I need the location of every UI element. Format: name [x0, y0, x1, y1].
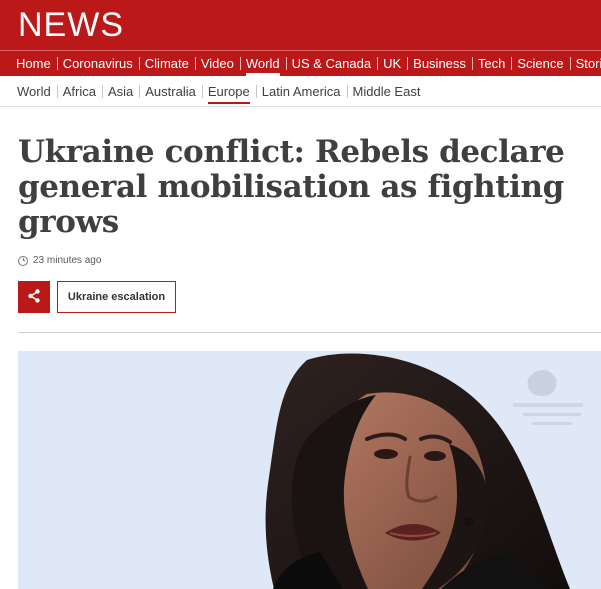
subnav-europe[interactable]: Europe — [201, 76, 256, 107]
subnav-asia[interactable]: Asia — [101, 76, 139, 107]
clock-icon — [18, 255, 28, 266]
subnav-middle-east[interactable]: Middle East — [346, 76, 427, 107]
nav-tech[interactable]: Tech — [471, 51, 511, 76]
subnav-africa[interactable]: Africa — [56, 76, 102, 107]
content-divider — [18, 332, 601, 333]
nav-uk[interactable]: UK — [377, 51, 407, 76]
nav-world[interactable]: World — [239, 51, 286, 76]
nav-video[interactable]: Video — [194, 51, 240, 76]
subnav-australia[interactable]: Australia — [139, 76, 202, 107]
masthead: NEWS — [0, 0, 601, 50]
primary-nav: Home Coronavirus Climate Video World US … — [0, 50, 601, 76]
nav-climate[interactable]: Climate — [138, 51, 195, 76]
share-icon — [26, 288, 42, 307]
nav-science[interactable]: Science — [511, 51, 569, 76]
nav-home[interactable]: Home — [10, 51, 57, 76]
topic-tag-button[interactable]: Ukraine escalation — [57, 281, 176, 313]
article-hero-image — [18, 351, 601, 589]
article-meta: 23 minutes ago — [18, 255, 101, 266]
article-headline: Ukraine conflict: Rebels declare general… — [18, 134, 565, 240]
secondary-nav: World Africa Asia Australia Europe Latin… — [0, 76, 601, 107]
nav-business[interactable]: Business — [407, 51, 472, 76]
nav-us-canada[interactable]: US & Canada — [285, 51, 378, 76]
share-button[interactable] — [18, 281, 50, 313]
subnav-latin-america[interactable]: Latin America — [255, 76, 347, 107]
nav-stories[interactable]: Stories — [569, 51, 601, 76]
timestamp: 23 minutes ago — [33, 255, 102, 266]
subnav-world[interactable]: World — [11, 76, 57, 107]
news-logo[interactable]: NEWS — [18, 7, 124, 43]
nav-coronavirus[interactable]: Coronavirus — [56, 51, 139, 76]
